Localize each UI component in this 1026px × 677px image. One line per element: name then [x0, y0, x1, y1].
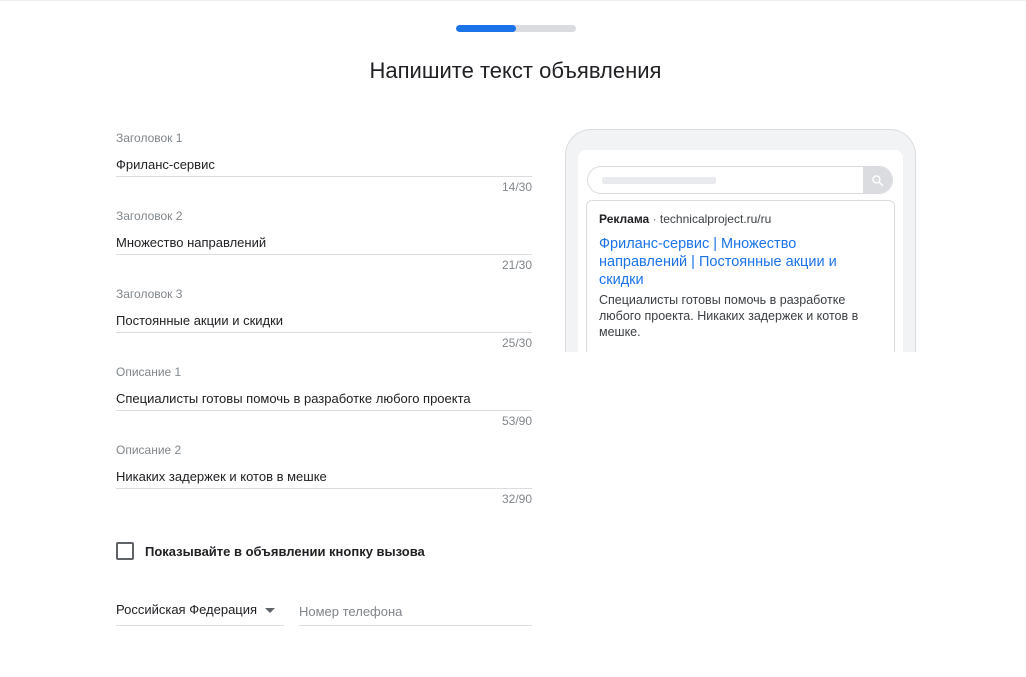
- preview-display-url: technicalproject.ru/ru: [659, 212, 772, 226]
- preview-search-bar: [587, 166, 893, 194]
- description-1-counter: 53/90: [501, 414, 532, 428]
- headline-1-counter: 14/30: [501, 180, 532, 194]
- preview-search-button: [863, 167, 892, 193]
- headline-3-counter: 25/30: [501, 336, 532, 350]
- headline-2-input[interactable]: [116, 230, 532, 255]
- top-divider: [0, 0, 1026, 1]
- headline-1-input[interactable]: [116, 152, 532, 177]
- headline-2-counter: 21/30: [501, 258, 532, 272]
- preview-ad-card: Реклама · technicalproject.ru/ru Фриланс…: [586, 200, 895, 352]
- page-title: Напишите текст объявления: [369, 58, 662, 83]
- call-button-checkbox[interactable]: [116, 542, 134, 560]
- description-2-label: Описание 2: [116, 443, 182, 457]
- phone-number-input[interactable]: [299, 598, 532, 626]
- step-progress-bar: [456, 25, 576, 32]
- headline-2-label: Заголовок 2: [116, 209, 183, 223]
- description-1-input[interactable]: [116, 386, 532, 411]
- search-icon: [872, 174, 884, 186]
- preview-ad-description: Специалисты готовы помочь в разработке л…: [599, 293, 859, 339]
- description-2-counter: 32/90: [501, 492, 532, 506]
- description-1-field: Описание 1 53/90: [116, 360, 532, 438]
- ad-text-form: Заголовок 1 14/30 Заголовок 2 21/30 Заго…: [116, 126, 532, 516]
- preview-ad-headline: Фриланс-сервис | Множество направлений |…: [599, 236, 837, 288]
- call-button-checkbox-label[interactable]: Показывайте в объявлении кнопку вызова: [145, 544, 425, 559]
- preview-ad-badge: Реклама: [599, 212, 650, 226]
- headline-1-field: Заголовок 1 14/30: [116, 126, 532, 204]
- headline-2-field: Заголовок 2 21/30: [116, 204, 532, 282]
- step-progress-fill: [456, 25, 516, 32]
- country-select[interactable]: Российская Федерация: [116, 598, 284, 626]
- ad-preview-phone: Реклама · technicalproject.ru/ru Фриланс…: [565, 129, 916, 352]
- description-2-field: Описание 2 32/90: [116, 438, 532, 516]
- headline-3-input[interactable]: [116, 308, 532, 333]
- ad-preview-screen: Реклама · technicalproject.ru/ru Фриланс…: [578, 150, 903, 352]
- country-select-value: Российская Федерация: [116, 602, 258, 617]
- description-2-input[interactable]: [116, 464, 532, 489]
- description-1-label: Описание 1: [116, 365, 182, 379]
- preview-search-placeholder: [602, 177, 716, 184]
- headline-1-label: Заголовок 1: [116, 131, 183, 145]
- preview-ad-separator: ·: [652, 212, 657, 226]
- headline-3-label: Заголовок 3: [116, 287, 183, 301]
- preview-ad-meta: Реклама · technicalproject.ru/ru: [599, 212, 771, 226]
- call-button-option: Показывайте в объявлении кнопку вызова: [116, 541, 425, 561]
- headline-3-field: Заголовок 3 25/30: [116, 282, 532, 360]
- arrow-drop-down-icon: [265, 608, 276, 613]
